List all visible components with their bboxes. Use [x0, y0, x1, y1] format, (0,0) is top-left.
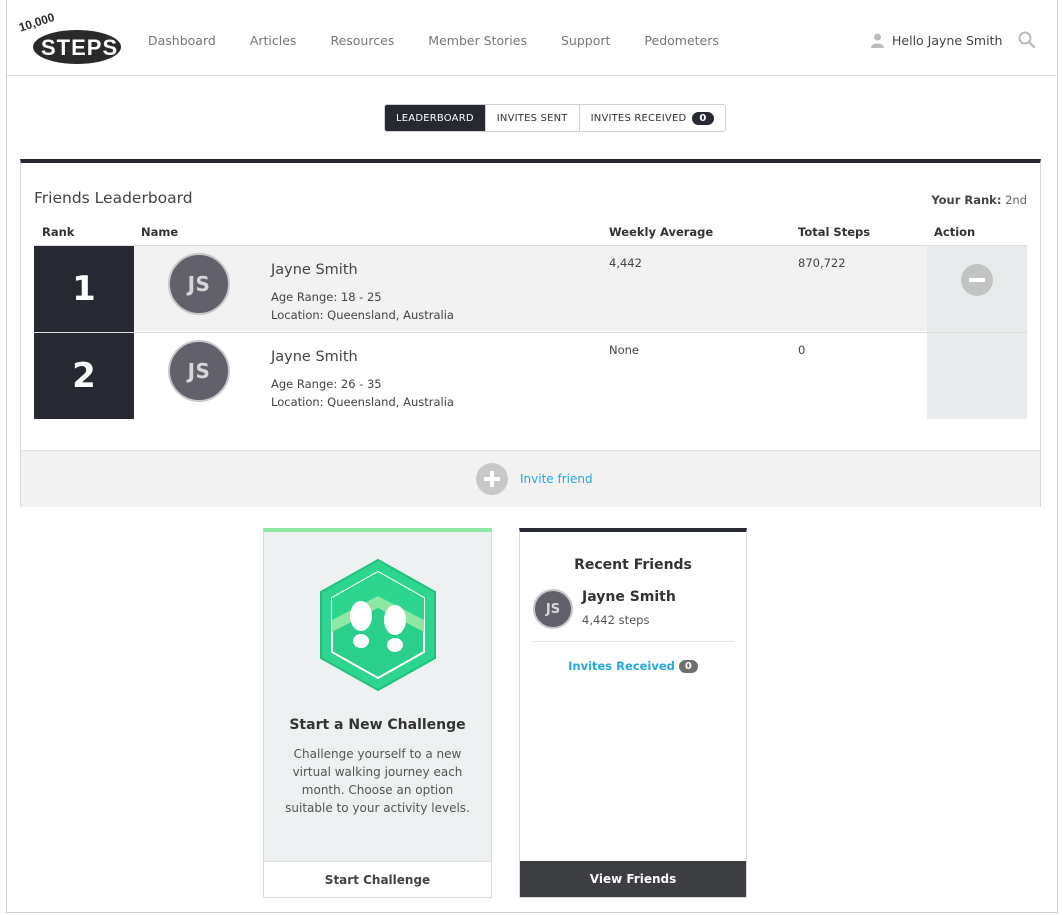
- col-header-rank: Rank: [42, 225, 75, 239]
- age-range: Age Range: 18 - 25: [271, 290, 382, 304]
- svg-text:STEPS: STEPS: [41, 35, 118, 60]
- your-rank: Your Rank: 2nd: [931, 193, 1027, 207]
- footprints-badge-icon: [317, 558, 439, 696]
- divider: [532, 641, 734, 642]
- avatar[interactable]: JS: [533, 589, 573, 629]
- tab-invites-sent[interactable]: INVITES SENT: [486, 105, 580, 131]
- total-steps: 870,722: [798, 256, 846, 270]
- friend-name[interactable]: Jayne Smith: [271, 349, 358, 365]
- page-frame: 10,000 STEPS Dashboard Articles Resource…: [6, 0, 1058, 913]
- weekly-average: None: [609, 343, 640, 357]
- invites-received-count-badge: 0: [678, 659, 698, 673]
- nav-dashboard[interactable]: Dashboard: [148, 33, 216, 48]
- friend-name[interactable]: Jayne Smith: [271, 262, 358, 278]
- leaderboard-title: Friends Leaderboard: [34, 189, 193, 207]
- friends-leaderboard-card: Friends Leaderboard Your Rank: 2nd Rank …: [20, 159, 1041, 507]
- invite-friend-label: Invite friend: [520, 472, 593, 486]
- remove-friend-icon[interactable]: [961, 264, 993, 296]
- svg-text:10,000: 10,000: [19, 12, 57, 35]
- invite-friend-button[interactable]: Invite friend: [476, 463, 593, 495]
- invites-received-count-badge: 0: [692, 111, 714, 125]
- invites-received-link[interactable]: Invites Received 0: [520, 659, 746, 673]
- challenge-title: Start a New Challenge: [289, 717, 466, 733]
- recent-friend-steps: 4,442 steps: [582, 613, 650, 627]
- rank-number: 2: [34, 333, 134, 419]
- avatar[interactable]: JS: [168, 340, 230, 402]
- col-header-name: Name: [141, 225, 179, 239]
- brand-logo[interactable]: 10,000 STEPS: [17, 10, 123, 68]
- site-header: 10,000 STEPS Dashboard Articles Resource…: [7, 0, 1057, 76]
- location: Location: Queensland, Australia: [271, 395, 454, 409]
- plus-icon: [476, 463, 508, 495]
- action-cell: [927, 246, 1027, 332]
- search-icon[interactable]: [1018, 31, 1036, 53]
- nav-resources[interactable]: Resources: [330, 33, 394, 48]
- action-cell: [927, 333, 1027, 419]
- tab-leaderboard[interactable]: LEADERBOARD: [385, 105, 486, 131]
- col-header-total-steps: Total Steps: [798, 225, 871, 239]
- leaderboard-row: 2 JS Jayne Smith Age Range: 26 - 35 Loca…: [34, 332, 1027, 419]
- tab-invites-received[interactable]: INVITES RECEIVED 0: [580, 105, 725, 131]
- user-greeting: Hello Jayne Smith: [892, 33, 1003, 48]
- recent-friends-card: Recent Friends JS Jayne Smith 4,442 step…: [519, 528, 747, 898]
- main-nav: Dashboard Articles Resources Member Stor…: [148, 33, 753, 48]
- location: Location: Queensland, Australia: [271, 308, 454, 322]
- weekly-average: 4,442: [609, 256, 642, 270]
- col-header-action: Action: [934, 225, 976, 239]
- nav-articles[interactable]: Articles: [250, 33, 297, 48]
- user-menu[interactable]: Hello Jayne Smith: [871, 33, 1002, 48]
- nav-pedometers[interactable]: Pedometers: [644, 33, 718, 48]
- new-challenge-card: Start a New Challenge Challenge yourself…: [263, 528, 492, 898]
- recent-friends-title: Recent Friends: [574, 557, 692, 573]
- nav-support[interactable]: Support: [561, 33, 610, 48]
- friends-tabs: LEADERBOARD INVITES SENT INVITES RECEIVE…: [384, 104, 726, 132]
- rank-number: 1: [34, 246, 134, 332]
- leaderboard-footer: Invite friend: [21, 450, 1040, 507]
- recent-friend-name[interactable]: Jayne Smith: [582, 589, 676, 605]
- age-range: Age Range: 26 - 35: [271, 377, 382, 391]
- total-steps: 0: [798, 343, 806, 357]
- view-friends-button[interactable]: View Friends: [520, 861, 746, 897]
- nav-member-stories[interactable]: Member Stories: [428, 33, 527, 48]
- challenge-description: Challenge yourself to a new virtual walk…: [285, 747, 470, 815]
- col-header-weekly-average: Weekly Average: [609, 225, 714, 239]
- user-icon: [871, 33, 884, 48]
- leaderboard-row: 1 JS Jayne Smith Age Range: 18 - 25 Loca…: [34, 245, 1027, 332]
- avatar[interactable]: JS: [168, 253, 230, 315]
- invites-received-label: Invites Received: [568, 659, 675, 673]
- start-challenge-button[interactable]: Start Challenge: [264, 861, 491, 897]
